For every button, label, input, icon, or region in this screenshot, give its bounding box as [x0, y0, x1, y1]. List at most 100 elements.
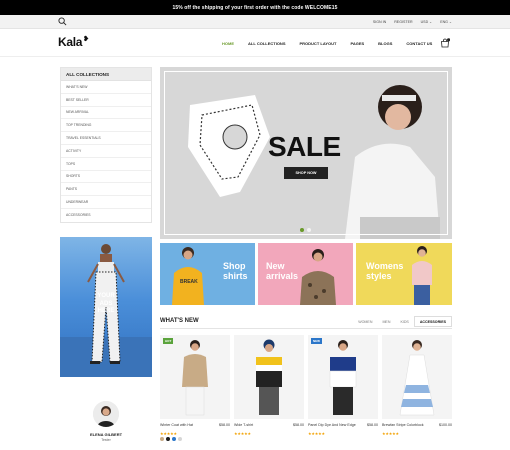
collections-sidebar: ALL COLLECTIONS WHAT'S NEW BEST SELLER N…	[60, 67, 152, 223]
product-name[interactable]: Winter Coat with Hat	[160, 423, 210, 427]
nav-item-blogs[interactable]: BLOGS	[378, 41, 392, 46]
section-title: WHAT'S NEW	[160, 318, 199, 324]
product-card[interactable]: HOT Winter Coat with Hat $58.00 ★★★★★	[160, 335, 230, 441]
slider-dot[interactable]	[307, 228, 311, 232]
product-badge: HOT	[163, 338, 174, 344]
hero-headline: SALE	[268, 131, 341, 162]
product-card[interactable]: NEW Panel Dip Dye And New Edge $58.00 ★★…	[308, 335, 378, 436]
product-price: $100.00	[439, 423, 452, 427]
nav-item-all-collections[interactable]: ALL COLLECTIONS	[248, 41, 285, 46]
sidebar-item-pants[interactable]: PANTS	[61, 183, 151, 197]
promo-label: New arrivals	[266, 261, 298, 281]
product-image[interactable]: NEW	[308, 335, 378, 419]
product-photo	[182, 340, 208, 416]
cart-icon[interactable]	[440, 38, 450, 48]
nav-item-home[interactable]: HOME	[222, 41, 234, 46]
promo-label: Womens styles	[366, 261, 403, 281]
tab-kids[interactable]: KIDS	[395, 320, 413, 324]
utility-links: SIGN IN REGISTER USD ⌄ ENG ⌄	[373, 15, 452, 29]
logo[interactable]: Kala❥	[58, 35, 89, 49]
announcement-text: 15% off the shipping of your first order…	[172, 4, 338, 11]
sidebar-item-shorts[interactable]: SHORTS	[61, 171, 151, 184]
rating-stars: ★★★★★	[308, 431, 325, 436]
color-swatch[interactable]	[178, 437, 182, 441]
promo-line-1: New	[266, 261, 285, 271]
promo-line-1: Womens	[366, 261, 404, 271]
avatar	[93, 401, 119, 427]
logo-text: Kala	[58, 35, 83, 49]
sidebar-item-tops[interactable]: TOPS	[61, 158, 151, 171]
sidebar-title: ALL COLLECTIONS	[61, 68, 151, 81]
product-photo	[329, 340, 357, 415]
promo-tile-shop-shirts[interactable]: BREAK Shop shirts	[160, 243, 255, 305]
nav-item-contact-us[interactable]: CONTACT US	[406, 41, 432, 46]
ads-text-line-2: ADS	[99, 300, 113, 307]
product-name[interactable]: Wide T-shirt	[234, 423, 284, 427]
tab-men[interactable]: MEN	[377, 320, 395, 324]
sign-in-link[interactable]: SIGN IN	[373, 20, 386, 24]
sidebar-item-activity[interactable]: ACTIVITY	[61, 145, 151, 158]
tab-women[interactable]: WOMEN	[353, 320, 377, 324]
svg-text:BREAK: BREAK	[180, 279, 198, 285]
color-swatch[interactable]	[160, 437, 164, 441]
product-image[interactable]	[382, 335, 452, 419]
product-photo	[399, 340, 435, 416]
product-card[interactable]: Brewfan Stripe Colorblock $100.00 ★★★★★	[382, 335, 452, 436]
main-navbar: Kala❥ HOME ALL COLLECTIONS PRODUCT LAYOU…	[0, 29, 510, 57]
currency-selector[interactable]: USD ⌄	[421, 20, 433, 24]
promo-tile-new-arrivals[interactable]: New arrivals	[258, 243, 353, 305]
promo-line-2: arrivals	[266, 271, 299, 281]
slider-dot[interactable]	[300, 228, 304, 232]
product-image[interactable]	[234, 335, 304, 419]
sidebar-item-best-seller[interactable]: BEST SELLER	[61, 94, 151, 107]
hero-slider[interactable]: SALE SHOP NOW	[160, 67, 452, 239]
nav-menu: HOME ALL COLLECTIONS PRODUCT LAYOUT PAGE…	[222, 29, 432, 57]
rating-stars: ★★★★★	[382, 431, 399, 436]
sidebar-item-new-arrival[interactable]: NEW ARRIVAL	[61, 107, 151, 120]
sidebar-item-whats-new[interactable]: WHAT'S NEW	[61, 81, 151, 94]
nav-item-product-layout[interactable]: PRODUCT LAYOUT	[299, 41, 336, 46]
sidebar-item-accessories[interactable]: ACCESSORIES	[61, 209, 151, 222]
whats-new-tabs: WOMEN MEN KIDS ACCESSORIES	[353, 315, 452, 328]
product-price: $58.00	[219, 423, 230, 427]
utility-bar: SIGN IN REGISTER USD ⌄ ENG ⌄	[0, 15, 510, 29]
promo-line-1: Shop	[223, 261, 246, 271]
announcement-bar: 15% off the shipping of your first order…	[0, 0, 510, 15]
promo-line-2: shirts	[223, 271, 248, 281]
slider-dots	[300, 228, 311, 232]
search-icon[interactable]	[58, 17, 67, 26]
tab-accessories[interactable]: ACCESSORIES	[413, 316, 452, 327]
color-swatch[interactable]	[166, 437, 170, 441]
avatar-image	[93, 401, 119, 427]
promo-label: Shop shirts	[223, 261, 248, 281]
whats-new-header: WHAT'S NEW WOMEN MEN KIDS ACCESSORIES	[160, 315, 452, 329]
color-swatches	[160, 437, 182, 441]
shop-now-button[interactable]: SHOP NOW	[284, 167, 328, 179]
ads-text: YOUR ADS HERE	[86, 293, 126, 316]
sidebar-item-underwear[interactable]: UNDERWEAR	[61, 196, 151, 209]
sidebar-item-travel-essentials[interactable]: TRAVEL ESSENTIALS	[61, 132, 151, 145]
product-name[interactable]: Brewfan Stripe Colorblock	[382, 423, 432, 427]
product-price: $58.00	[367, 423, 378, 427]
testimonial-role: Tester	[101, 438, 111, 442]
ads-text-line-3: HERE	[97, 308, 115, 314]
ads-banner[interactable]: YOUR ADS HERE	[60, 237, 152, 377]
product-photo	[256, 339, 282, 415]
promo-line-2: styles	[366, 271, 392, 281]
language-selector[interactable]: ENG ⌄	[440, 20, 452, 24]
color-swatch[interactable]	[172, 437, 176, 441]
product-price: $58.00	[293, 423, 304, 427]
product-image[interactable]: HOT	[160, 335, 230, 419]
rating-stars: ★★★★★	[234, 431, 251, 436]
sidebar-item-top-trending[interactable]: TOP TRENDING	[61, 119, 151, 133]
logo-mark-icon: ❥	[83, 36, 89, 43]
rating-stars: ★★★★★	[160, 431, 177, 436]
promo-tile-womens-styles[interactable]: Womens styles	[356, 243, 452, 305]
product-name[interactable]: Panel Dip Dye And New Edge	[308, 423, 358, 427]
nav-item-pages[interactable]: PAGES	[350, 41, 364, 46]
register-link[interactable]: REGISTER	[394, 20, 412, 24]
product-badge: NEW	[311, 338, 322, 344]
testimonial-name: ELENA GILBERT	[89, 432, 123, 437]
ads-text-line-1: YOUR	[97, 293, 115, 299]
product-card[interactable]: Wide T-shirt $58.00 ★★★★★	[234, 335, 304, 436]
